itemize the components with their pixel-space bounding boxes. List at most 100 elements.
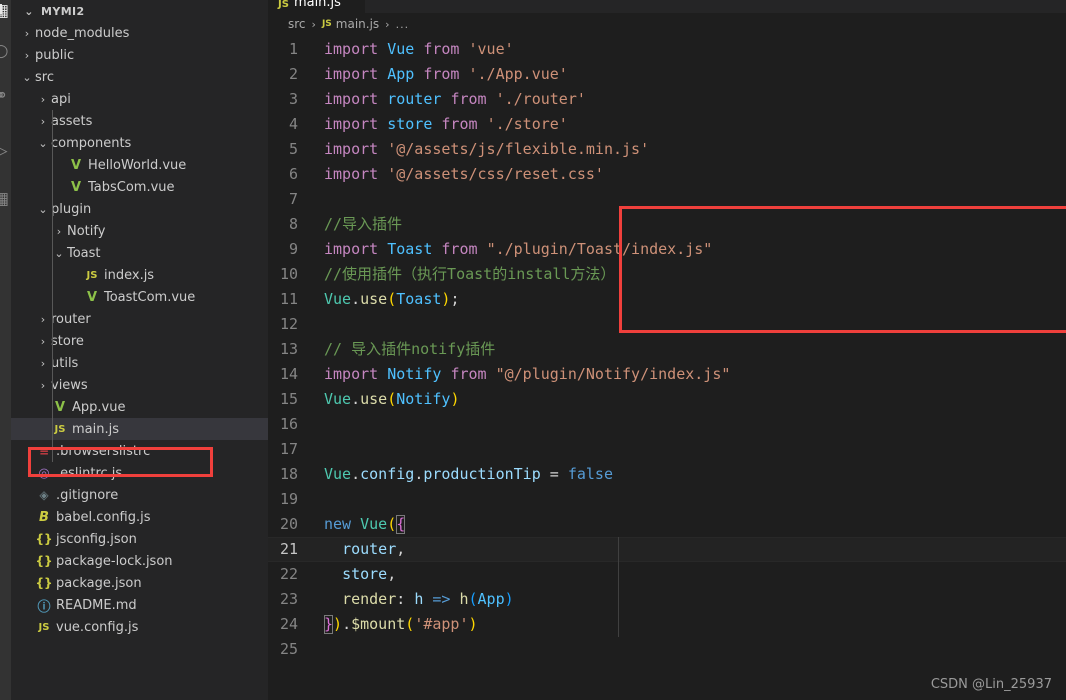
code-line[interactable]: 14 import Notify from "@/plugin/Notify/in… (268, 362, 1066, 387)
extensions-icon[interactable]: ▦ (0, 188, 11, 210)
indent-guide (52, 110, 53, 462)
code-line[interactable]: 13 // 导入插件notify插件 (268, 337, 1066, 362)
tree-item-tabscom-vue[interactable]: V TabsCom.vue (11, 176, 268, 198)
code-line[interactable]: 23 render: h => h(App) (268, 587, 1066, 612)
code-line[interactable]: 22 store, (268, 562, 1066, 587)
tree-item-label: Toast (67, 245, 101, 261)
tree-item-components[interactable]: ⌄ components (11, 132, 268, 154)
tree-item-babel-config-js[interactable]: Bbabel.config.js (11, 506, 268, 528)
tab-main-js[interactable]: JS main.js (268, 0, 365, 13)
code-token: use (360, 290, 388, 308)
tree-item-app-vue[interactable]: V App.vue (11, 396, 268, 418)
tree-item-router[interactable]: › router (11, 308, 268, 330)
chevron-right-icon[interactable]: › (35, 94, 51, 105)
breadcrumb-symbol-placeholder[interactable]: ... (396, 18, 410, 31)
tree-item-assets[interactable]: › assets (11, 110, 268, 132)
chevron-right-icon[interactable]: › (35, 314, 51, 325)
chevron-right-icon[interactable]: › (35, 380, 51, 391)
tree-item-store[interactable]: › store (11, 330, 268, 352)
code-line[interactable]: 9 import Toast from "./plugin/Toast/index… (268, 237, 1066, 262)
code-line[interactable]: 20 new Vue({ (268, 512, 1066, 537)
tree-item-browserslistrc[interactable]: ≡ .browserslistrc (11, 440, 268, 462)
code-line[interactable]: 15 Vue.use(Notify) (268, 387, 1066, 412)
chevron-right-icon[interactable]: › (35, 116, 51, 127)
tree-item-main-js[interactable]: JS main.js (11, 418, 268, 440)
chevron-down-icon[interactable]: ⌄ (19, 72, 35, 83)
tree-item-jsconfig-json[interactable]: {} jsconfig.json (11, 528, 268, 550)
tree-item-package-json[interactable]: {} package.json (11, 572, 268, 594)
line-number: 9 (288, 240, 298, 258)
code-token: import (324, 40, 388, 58)
code-line[interactable]: 12 (268, 312, 1066, 337)
chevron-down-icon[interactable]: ⌄ (35, 138, 51, 149)
tree-item-helloworld-vue[interactable]: V HelloWorld.vue (11, 154, 268, 176)
tree-item-index-js[interactable]: JS index.js (11, 264, 268, 286)
breadcrumb-folder[interactable]: src (288, 17, 306, 31)
code-line[interactable]: 18 Vue.config.productionTip = false (268, 462, 1066, 487)
code-line[interactable]: 11 Vue.use(Toast); (268, 287, 1066, 312)
chevron-right-icon[interactable]: › (51, 226, 67, 237)
code-line[interactable]: 1 import Vue from 'vue' (268, 37, 1066, 62)
chevron-right-icon[interactable]: › (35, 336, 51, 347)
code-token: Notify (396, 390, 451, 408)
tree-item-toastcom-vue[interactable]: V ToastCom.vue (11, 286, 268, 308)
run-debug-icon[interactable]: ▷ (0, 140, 11, 162)
code-line[interactable]: 19 (268, 487, 1066, 512)
code-text: render: h => h(App) (324, 587, 514, 612)
code-line[interactable]: 10 //使用插件（执行Toast的install方法） (268, 262, 1066, 287)
tree-item-readme-md[interactable]: ⓘ README.md (11, 594, 268, 616)
chevron-right-icon[interactable]: › (19, 28, 35, 39)
breadcrumb-file[interactable]: main.js (336, 17, 379, 31)
line-number: 3 (288, 90, 298, 108)
code-line[interactable]: 2 import App from './App.vue' (268, 62, 1066, 87)
code-line[interactable]: 25 (268, 637, 1066, 662)
chevron-right-icon[interactable]: › (19, 50, 35, 61)
tree-item-vue-config-js[interactable]: JS vue.config.js (11, 616, 268, 638)
tree-item-eslintrc-js[interactable]: ◎ .eslintrc.js (11, 462, 268, 484)
code-line[interactable]: 8 //导入插件 (268, 212, 1066, 237)
code-token: ( (387, 290, 397, 308)
explorer-icon[interactable]: ▦ (0, 0, 11, 22)
code-line[interactable]: 4 import store from './store' (268, 112, 1066, 137)
tree-item-toast[interactable]: ⌄ Toast (11, 242, 268, 264)
code-line[interactable]: 5 import '@/assets/js/flexible.min.js' (268, 137, 1066, 162)
source-control-icon[interactable]: ⚭ (0, 85, 11, 107)
code-text: import '@/assets/js/flexible.min.js' (324, 137, 649, 162)
tree-item-plugin[interactable]: ⌄ plugin (11, 198, 268, 220)
code-token: ( (405, 615, 415, 633)
code-line[interactable]: 7 (268, 187, 1066, 212)
tree-item-src[interactable]: ⌄ src (11, 66, 268, 88)
code-line[interactable]: 24}).$mount('#app') (268, 612, 1066, 637)
code-line[interactable]: 17 (268, 437, 1066, 462)
code-token: = (549, 465, 568, 483)
tree-item-utils[interactable]: › utils (11, 352, 268, 374)
chevron-down-icon[interactable]: ⌄ (51, 248, 67, 259)
workspace-title: MYMI2 (41, 4, 85, 18)
chevron-down-icon[interactable]: ⌄ (35, 204, 51, 215)
code-line[interactable]: 6 import '@/assets/css/reset.css' (268, 162, 1066, 187)
code-line[interactable]: 21 router, (268, 537, 1066, 562)
code-text: new Vue({ (324, 512, 406, 537)
tree-item-views[interactable]: › views (11, 374, 268, 396)
tree-item-package-lock-json[interactable]: {} package-lock.json (11, 550, 268, 572)
code-line[interactable]: 3 import router from './router' (268, 87, 1066, 112)
search-icon[interactable]: ○ (0, 40, 11, 62)
chevron-right-icon[interactable]: › (35, 358, 51, 369)
tree-item-notify[interactable]: › Notify (11, 220, 268, 242)
explorer-section-header[interactable]: ⌄ MYMI2 (11, 0, 268, 22)
line-number: 19 (279, 490, 298, 508)
tree-item-api[interactable]: › api (11, 88, 268, 110)
tree-item-node-modules[interactable]: › node_modules (11, 22, 268, 44)
tree-item-public[interactable]: › public (11, 44, 268, 66)
tree-item-label: .gitignore (56, 487, 119, 503)
code-content[interactable]: 1 import Vue from 'vue' 2 import App from '… (268, 35, 1066, 662)
file-type-icon: JS (38, 621, 50, 633)
chevron-down-icon[interactable]: ⌄ (21, 6, 37, 17)
tree-item-gitignore[interactable]: ◈ .gitignore (11, 484, 268, 506)
line-number: 6 (288, 165, 298, 183)
code-line[interactable]: 16 (268, 412, 1066, 437)
